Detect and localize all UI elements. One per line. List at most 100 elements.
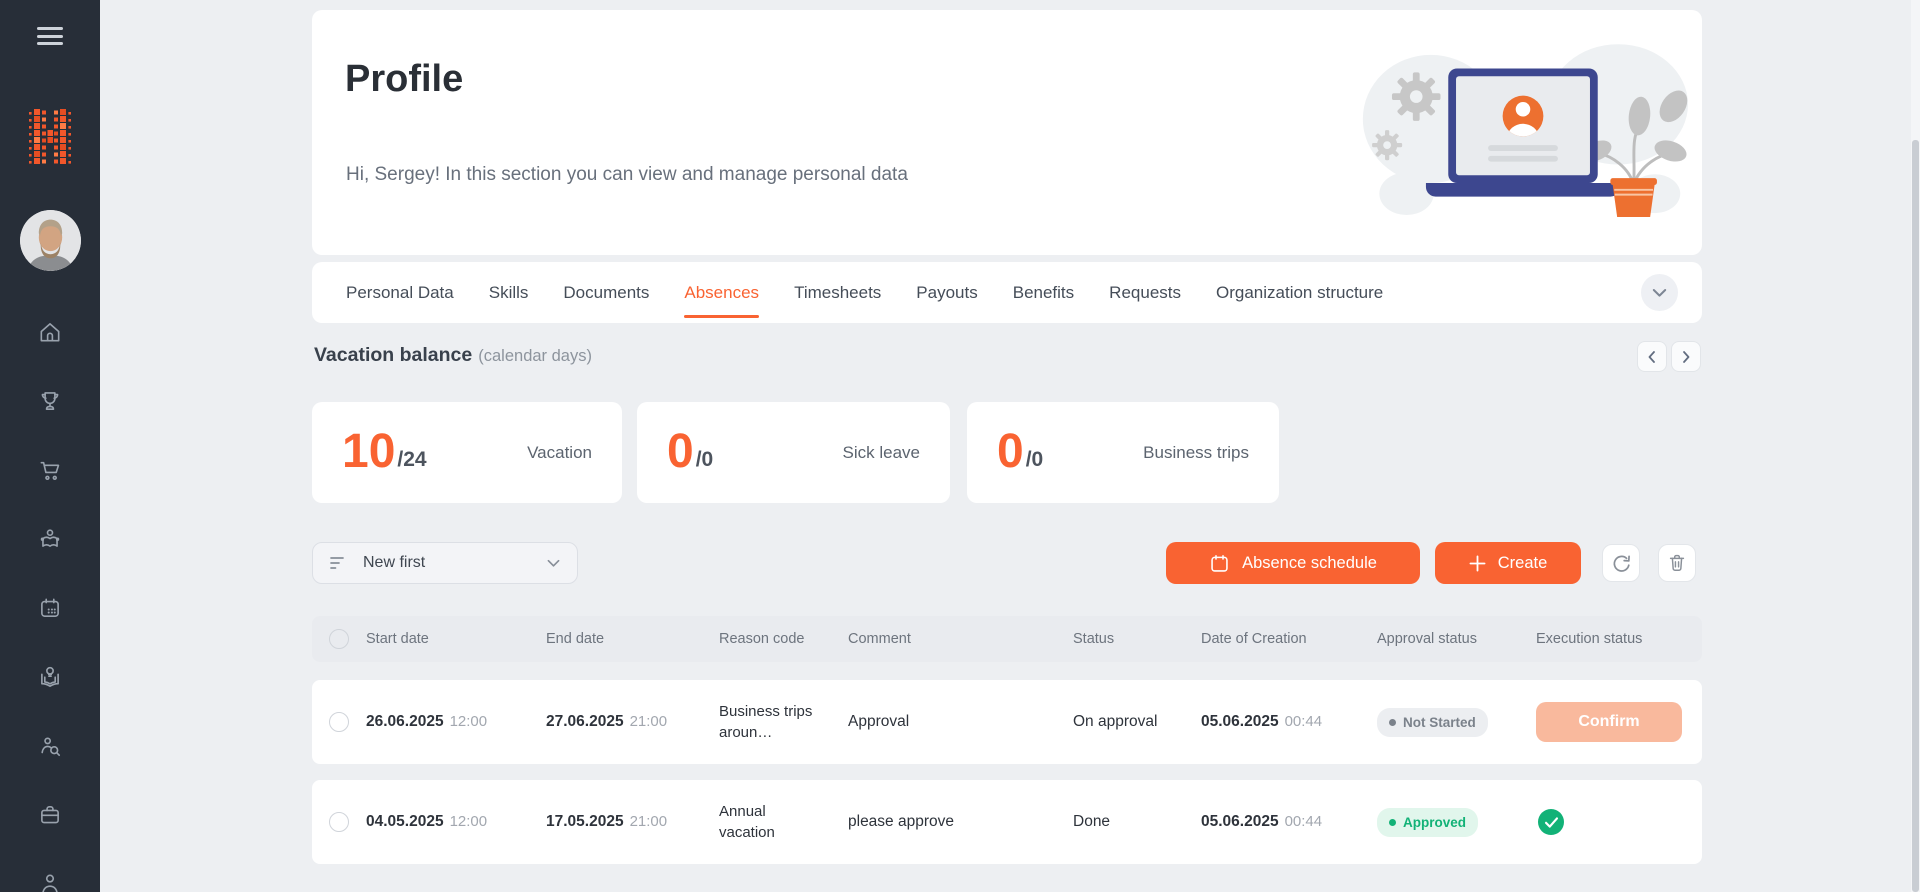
chevron-down-icon (1652, 288, 1667, 298)
people-search-icon[interactable] (37, 733, 63, 759)
page-title: Profile (345, 58, 463, 101)
refresh-button[interactable] (1602, 544, 1640, 582)
brand-logo[interactable] (28, 106, 72, 177)
delete-button[interactable] (1658, 544, 1696, 582)
balance-value: 0 (997, 430, 1024, 474)
end-time: 21:00 (630, 813, 668, 830)
page-subtitle: Hi, Sergey! In this section you can view… (346, 164, 908, 186)
tab-absences[interactable]: Absences (684, 262, 759, 323)
start-date: 04.05.2025 (366, 813, 444, 830)
created-date: 05.06.2025 (1201, 713, 1279, 730)
briefcase-icon[interactable] (37, 802, 63, 828)
balance-label: Business trips (1143, 443, 1249, 463)
tabs-overflow-button[interactable] (1641, 274, 1678, 311)
col-status: Status (1073, 631, 1201, 647)
tab-documents[interactable]: Documents (563, 262, 649, 323)
balance-next-button[interactable] (1671, 341, 1701, 372)
comment: please approve (848, 813, 1073, 831)
status: On approval (1073, 713, 1201, 731)
training-icon[interactable] (37, 526, 63, 552)
laptop-illustration (1358, 36, 1688, 236)
balance-card-vacation: 10/24 Vacation (312, 402, 622, 503)
chevron-left-icon (1646, 350, 1658, 364)
balance-prev-button[interactable] (1637, 341, 1667, 372)
tab-skills[interactable]: Skills (489, 262, 529, 323)
balance-card-business-trips: 0/0 Business trips (967, 402, 1279, 503)
select-all-checkbox[interactable] (329, 629, 349, 649)
approval-status-badge: Not Started (1377, 708, 1488, 737)
balance-value: 10 (342, 430, 395, 474)
tab-organization-structure[interactable]: Organization structure (1216, 262, 1383, 323)
balance-value: 0 (667, 430, 694, 474)
col-date-of-creation: Date of Creation (1201, 631, 1377, 647)
app-window: Profile Hi, Sergey! In this section you … (0, 0, 1920, 892)
plus-icon (1469, 555, 1486, 572)
profile-header-card: Profile Hi, Sergey! In this section you … (312, 10, 1702, 255)
calendar-icon (1209, 553, 1230, 574)
tab-personal-data[interactable]: Personal Data (346, 262, 454, 323)
absence-schedule-label: Absence schedule (1242, 554, 1377, 573)
absence-schedule-button[interactable]: Absence schedule (1166, 542, 1420, 584)
calendar-icon[interactable] (37, 595, 63, 621)
row-checkbox[interactable] (329, 712, 349, 732)
confirm-button[interactable]: Confirm (1536, 702, 1682, 742)
col-end-date: End date (546, 631, 719, 647)
sort-dropdown[interactable]: New first (312, 542, 578, 584)
tab-timesheets[interactable]: Timesheets (794, 262, 881, 323)
created-date: 05.06.2025 (1201, 813, 1279, 830)
sidebar-nav (0, 319, 100, 892)
menu-icon[interactable] (37, 27, 63, 45)
reason-code: Business trips aroun… (719, 701, 825, 743)
table-row: 04.05.202512:00 17.05.202521:00 Annual v… (312, 780, 1702, 864)
end-date: 27.06.2025 (546, 713, 624, 730)
sort-icon (330, 556, 348, 570)
balance-label: Vacation (527, 443, 592, 463)
col-approval-status: Approval status (1377, 631, 1536, 647)
status-dot-icon (1389, 819, 1396, 826)
absences-table-header: Start date End date Reason code Comment … (312, 616, 1702, 662)
col-start-date: Start date (366, 631, 546, 647)
balance-total: /24 (397, 448, 426, 475)
start-date: 26.06.2025 (366, 713, 444, 730)
chevron-right-icon (1680, 350, 1692, 364)
tab-payouts[interactable]: Payouts (916, 262, 977, 323)
scrollbar-thumb[interactable] (1912, 140, 1919, 892)
approval-status-badge: Approved (1377, 808, 1478, 837)
balance-card-sick-leave: 0/0 Sick leave (637, 402, 950, 503)
vacation-balance-label: Vacation balance (314, 344, 472, 366)
vacation-balance-title: Vacation balance (calendar days) (314, 344, 592, 367)
col-comment: Comment (848, 631, 1073, 647)
col-reason-code: Reason code (719, 631, 848, 647)
tab-benefits[interactable]: Benefits (1013, 262, 1074, 323)
create-button[interactable]: Create (1435, 542, 1581, 584)
knowledge-icon[interactable] (37, 664, 63, 690)
start-time: 12:00 (450, 813, 488, 830)
tab-requests[interactable]: Requests (1109, 262, 1181, 323)
end-date: 17.05.2025 (546, 813, 624, 830)
trash-icon (1666, 552, 1688, 574)
sort-value: New first (363, 554, 532, 572)
user-avatar[interactable] (20, 210, 81, 271)
vacation-balance-units: (calendar days) (478, 347, 592, 365)
create-label: Create (1498, 554, 1548, 573)
profile-tabs: Personal Data Skills Documents Absences … (312, 262, 1702, 323)
laptop-icon (1426, 68, 1620, 196)
trophy-icon[interactable] (37, 388, 63, 414)
row-checkbox[interactable] (329, 812, 349, 832)
col-execution-status: Execution status (1536, 631, 1702, 647)
chevron-down-icon (547, 559, 560, 568)
cart-icon[interactable] (37, 457, 63, 483)
profile-icon[interactable] (37, 871, 63, 892)
status-dot-icon (1389, 719, 1396, 726)
logo-h-icon (28, 106, 72, 172)
end-time: 21:00 (630, 713, 668, 730)
home-icon[interactable] (37, 319, 63, 345)
sidebar (0, 0, 100, 892)
created-time: 00:44 (1285, 813, 1323, 830)
created-time: 00:44 (1285, 713, 1323, 730)
executed-check-icon (1538, 809, 1564, 835)
balance-total: /0 (696, 448, 714, 475)
pot-icon (1610, 178, 1657, 217)
start-time: 12:00 (450, 713, 488, 730)
balance-total: /0 (1026, 448, 1044, 475)
